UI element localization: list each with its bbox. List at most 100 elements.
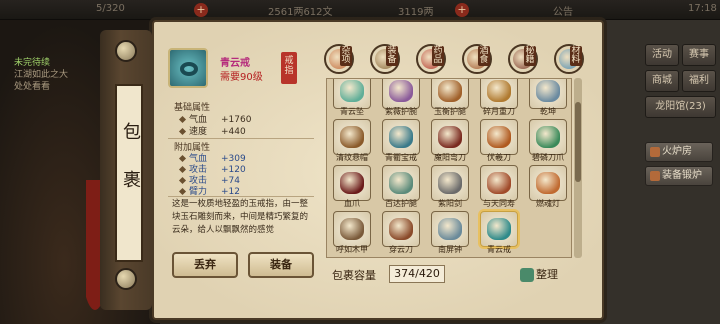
sort-button[interactable]: 整理: [520, 264, 564, 286]
add-gold-button[interactable]: +: [455, 3, 469, 17]
item-icon: [340, 126, 364, 148]
capacity-label: 包裹容量: [332, 269, 376, 282]
item-name: 青云戒: [220, 58, 250, 69]
inventory-slot[interactable]: 南屏钟: [427, 211, 471, 255]
tab-materials[interactable]: 材料: [554, 44, 584, 74]
item-icon: [438, 126, 462, 148]
diamond-bullet-icon: [178, 187, 187, 196]
shop-button[interactable]: 商城: [645, 70, 679, 92]
roller-knob-top: [115, 40, 137, 62]
furnace-icon: [650, 147, 660, 157]
upgrade-forge-button[interactable]: 装备锻炉: [645, 166, 713, 186]
sort-icon: [520, 268, 534, 282]
inventory-scrollbar[interactable]: [574, 78, 582, 258]
copper-counter: 2561两612文: [268, 7, 333, 18]
discard-button[interactable]: 丢弃: [172, 252, 238, 278]
dragon-hall-button[interactable]: 龙阳馆(23): [645, 96, 716, 118]
quest-tracker[interactable]: 未完待续 江湖如此之大 处处看看: [14, 57, 68, 93]
activity-button[interactable]: 活动: [645, 44, 679, 66]
inventory-slot[interactable]: 碧磷刀爪: [525, 119, 569, 163]
inventory-slot[interactable]: 呼如木甲: [329, 211, 373, 255]
base-stat-row: 速度 +440: [178, 124, 246, 137]
item-label: 燃魂灯: [536, 199, 560, 208]
tab-misc[interactable]: 杂项: [324, 44, 354, 74]
diamond-bullet-icon: [178, 127, 187, 136]
inventory-slot[interactable]: 魔阳弯刀: [427, 119, 471, 163]
inventory-slot[interactable]: 伏羲刀: [476, 119, 520, 163]
item-icon: [438, 172, 462, 194]
inventory-slot[interactable]: 清纹悬帽: [329, 119, 373, 163]
inventory-grid: 青云坠 紫薇护腕 玉衡护腿 碎月重刀 乾坤清纹悬帽 青衢宝戒 魔阳弯刀 伏羲刀 碧磷刀爪血爪 百达…: [326, 78, 572, 258]
item-icon: [340, 80, 364, 102]
item-label: 百达护腿: [385, 199, 417, 208]
item-label: 呼如木甲: [336, 245, 368, 254]
item-icon: [438, 218, 462, 240]
inventory-slot[interactable]: 穿云刀: [378, 211, 422, 255]
tab-medicine[interactable]: 药品: [416, 44, 446, 74]
item-label: 紫阳剑: [438, 199, 462, 208]
inventory-slot[interactable]: 紫阳剑: [427, 165, 471, 209]
item-icon: [340, 218, 364, 240]
add-stamina-button[interactable]: +: [194, 3, 208, 17]
item-label: 血爪: [344, 199, 360, 208]
item-label: 南屏钟: [438, 245, 462, 254]
item-label: 与天同寿: [483, 199, 515, 208]
item-icon: [487, 218, 511, 240]
inventory-slot[interactable]: 玉衡护腿: [427, 79, 471, 117]
inventory-slot[interactable]: 青云坠: [329, 79, 373, 117]
top-status-bar: 5/320 + 2561两612文 3119两 + 公告 17:18: [0, 0, 720, 20]
item-label: 青云戒: [487, 245, 511, 254]
item-label: 魔阳弯刀: [434, 153, 466, 162]
item-label: 碎月重刀: [483, 107, 515, 116]
selected-item-slot[interactable]: [168, 48, 208, 88]
item-icon: [438, 80, 462, 102]
item-description: 这是一枚质地轻盈的玉戒指，由一整块玉石雕刻而来，中间是精巧繁复的云朵，给人以飘飘…: [172, 199, 309, 235]
equip-button[interactable]: 装备: [248, 252, 314, 278]
item-level-requirement: 需要90级: [220, 72, 263, 83]
notice-button[interactable]: 公告: [553, 3, 573, 18]
divider: [168, 196, 314, 197]
dragon-hall-label: 龙阳馆: [655, 101, 686, 112]
welfare-button[interactable]: 福利: [682, 70, 716, 92]
tab-food[interactable]: 酒食: [462, 44, 492, 74]
inventory-slot[interactable]: 紫薇护腕: [378, 79, 422, 117]
item-label: 碧磷刀爪: [532, 153, 564, 162]
item-label: 伏羲刀: [487, 153, 511, 162]
item-label: 清纹悬帽: [336, 153, 368, 162]
item-label: 青衢宝戒: [385, 153, 417, 162]
item-label: 青云坠: [340, 107, 364, 116]
inventory-slot[interactable]: 燃魂灯: [525, 165, 569, 209]
item-icon: [389, 80, 413, 102]
item-label: 乾坤: [540, 107, 556, 116]
ring-icon: [180, 62, 198, 76]
roller-knob-bottom: [115, 268, 137, 290]
events-button[interactable]: 赛事: [682, 44, 716, 66]
item-label: 玉衡护腿: [434, 107, 466, 116]
scrollbar-thumb[interactable]: [575, 102, 581, 182]
game-seal-logo: [600, 272, 628, 308]
inventory-slot[interactable]: 青云戒: [476, 211, 520, 255]
item-icon: [536, 126, 560, 148]
quest-desc-line2: 处处看看: [14, 82, 51, 92]
item-icon: [389, 218, 413, 240]
item-icon: [487, 80, 511, 102]
inventory-slot[interactable]: 与天同寿: [476, 165, 520, 209]
diamond-bullet-icon: [178, 115, 187, 124]
inventory-slot[interactable]: 乾坤: [525, 79, 569, 117]
capacity-value: 374/420: [389, 265, 445, 283]
furnace-label: 火炉房: [662, 146, 692, 157]
inventory-slot[interactable]: 青衢宝戒: [378, 119, 422, 163]
tab-manuals[interactable]: 秘籍: [508, 44, 538, 74]
inventory-slot[interactable]: 碎月重刀: [476, 79, 520, 117]
item-icon: [487, 172, 511, 194]
divider: [168, 138, 314, 139]
inventory-slot[interactable]: 百达护腿: [378, 165, 422, 209]
inventory-slot[interactable]: 血爪: [329, 165, 373, 209]
item-slot-badge: 戒指: [281, 52, 297, 84]
furnace-button[interactable]: 火炉房: [645, 142, 713, 162]
item-icon: [389, 172, 413, 194]
item-icon: [340, 172, 364, 194]
item-icon: [536, 172, 560, 194]
scroll-title: 包裹: [120, 122, 141, 218]
tab-equipment[interactable]: 装备: [370, 44, 400, 74]
